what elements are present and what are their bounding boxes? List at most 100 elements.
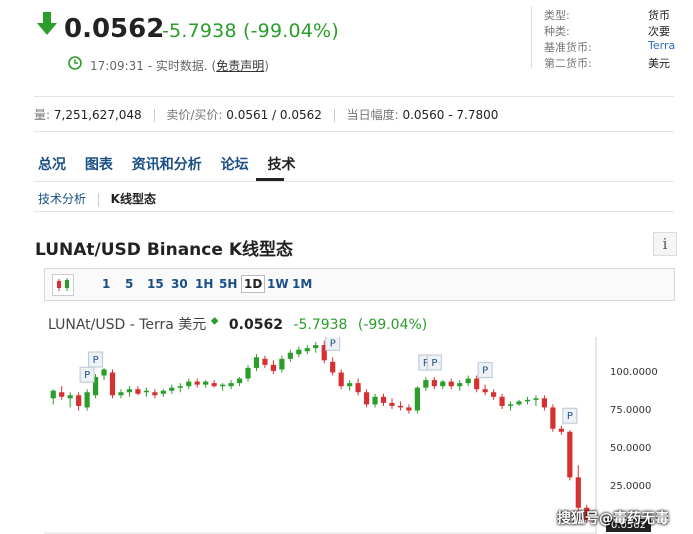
- candle-body: [482, 389, 488, 393]
- candle-body: [558, 428, 564, 432]
- candle-body: [50, 390, 56, 399]
- change-percent: (-99.04%): [243, 20, 339, 42]
- main-nav: 总况 图表 资讯和分析 论坛 技术: [38, 154, 310, 174]
- candle-body: [507, 404, 514, 406]
- candle-body: [499, 396, 505, 406]
- subnav-technical-analysis[interactable]: 技术分析: [38, 192, 86, 206]
- range-value: 0.0560 - 7.7800: [402, 108, 499, 122]
- candle-body: [338, 372, 344, 387]
- candle-body: [457, 383, 463, 387]
- chart-last-price: 0.0562: [228, 317, 283, 333]
- nav-divider: [34, 181, 674, 182]
- candle-body: [296, 349, 302, 355]
- subnav-divider: [34, 211, 674, 212]
- candle-body: [431, 380, 437, 387]
- timeframe-1w[interactable]: 1W: [267, 277, 289, 291]
- quote-timestamp: 17:09:31 - 实时数据. (免责声明): [90, 57, 269, 74]
- tab-technical[interactable]: 技术: [268, 157, 296, 173]
- change-value: -5.7938: [162, 20, 237, 42]
- timeframe-1[interactable]: 1: [102, 277, 110, 291]
- tab-charts[interactable]: 图表: [85, 157, 113, 173]
- stats-separator: [153, 109, 155, 122]
- candle-body: [84, 392, 90, 408]
- candle-body: [253, 357, 260, 368]
- candle-body: [372, 396, 378, 405]
- candle-body: [220, 384, 226, 387]
- meta-category-label: 种类:: [544, 25, 570, 38]
- pattern-marker-label: P: [93, 355, 99, 366]
- meta-base-value[interactable]: Terra: [648, 39, 675, 52]
- meta-quote-label: 第二货币:: [544, 57, 592, 70]
- candlestick-type-icon[interactable]: [52, 274, 74, 296]
- candle-body: [448, 381, 454, 387]
- candlestick-chart[interactable]: PPPP PPP: [44, 337, 604, 534]
- timeframe-1m[interactable]: 1M: [292, 277, 312, 291]
- tab-overview[interactable]: 总况: [38, 157, 66, 173]
- candle-body: [423, 380, 429, 388]
- clock-icon: [68, 56, 82, 70]
- meta-type-label: 类型:: [544, 9, 570, 22]
- candle-body: [203, 381, 209, 385]
- candle-body: [575, 477, 581, 508]
- tab-news-analysis[interactable]: 资讯和分析: [132, 157, 202, 173]
- candle-body: [516, 401, 522, 405]
- volume-label: 量:: [34, 108, 51, 122]
- candle-body: [397, 405, 404, 408]
- candle-body: [406, 407, 412, 411]
- candle-body: [135, 389, 141, 394]
- candle-body: [126, 389, 133, 393]
- y-tick-100: 100.0000: [610, 367, 658, 378]
- sub-nav: 技术分析 K线型态: [38, 190, 156, 207]
- subnav-candlestick-patterns[interactable]: K线型态: [111, 192, 156, 206]
- candle-body: [236, 378, 243, 384]
- candle-body: [567, 431, 573, 478]
- candle-body: [186, 381, 192, 387]
- pattern-marker-label: P: [330, 338, 336, 349]
- tab-forum[interactable]: 论坛: [221, 157, 249, 173]
- timeframe-1d[interactable]: 1D: [241, 275, 266, 293]
- timeframe-5[interactable]: 5: [125, 277, 133, 291]
- candle-body: [541, 398, 548, 408]
- candle-body: [279, 358, 285, 370]
- candle-body: [491, 392, 497, 397]
- price-change: -5.7938 (-99.04%): [162, 20, 339, 42]
- candle-body: [228, 383, 234, 387]
- subnav-separator: [97, 192, 99, 207]
- candle-body: [59, 392, 65, 397]
- meta-base-label: 基准货币:: [544, 41, 592, 54]
- timeframe-30[interactable]: 30: [171, 277, 188, 291]
- candle-body: [380, 396, 387, 403]
- candle-body: [533, 398, 539, 400]
- candle-body: [355, 383, 361, 393]
- timestamp: 17:09:31: [90, 59, 144, 73]
- timeframe-1h[interactable]: 1H: [195, 277, 213, 291]
- candle-body: [143, 390, 149, 393]
- candle-body: [474, 378, 480, 390]
- chart-change-percent: (-99.04%): [357, 317, 428, 333]
- info-icon[interactable]: i: [653, 232, 677, 256]
- stats-separator: [333, 109, 335, 122]
- timeframe-5h[interactable]: 5H: [219, 277, 237, 291]
- candle-body: [101, 369, 107, 376]
- down-arrow-icon: [37, 12, 57, 35]
- chart-header: LUNAt/USD - Terra 美元 ◆ 0.0562 -5.7938 (-…: [48, 314, 427, 334]
- section-title: LUNAt/USD Binance K线型态: [35, 240, 293, 260]
- candle-body: [270, 364, 277, 371]
- pattern-marker-label: P: [84, 370, 90, 381]
- candle-body: [440, 381, 446, 387]
- candle-body: [287, 352, 293, 359]
- pattern-marker-label: P: [567, 411, 573, 422]
- candle-body: [330, 361, 336, 373]
- timeframe-15[interactable]: 15: [147, 277, 164, 291]
- candle-body: [524, 399, 531, 402]
- stats-top-divider: [34, 96, 674, 97]
- watermark: 搜狐号@毒药无毒: [557, 511, 669, 527]
- close-paren: ): [264, 59, 269, 73]
- range-label: 当日幅度:: [346, 108, 399, 122]
- candle-body: [118, 392, 124, 396]
- y-tick-75: 75.0000: [610, 405, 652, 416]
- candle-body: [465, 378, 471, 384]
- realtime-label: - 实时数据. (: [143, 59, 217, 73]
- disclaimer-link[interactable]: 免责声明: [216, 59, 264, 73]
- y-tick-50: 50.0000: [610, 443, 652, 454]
